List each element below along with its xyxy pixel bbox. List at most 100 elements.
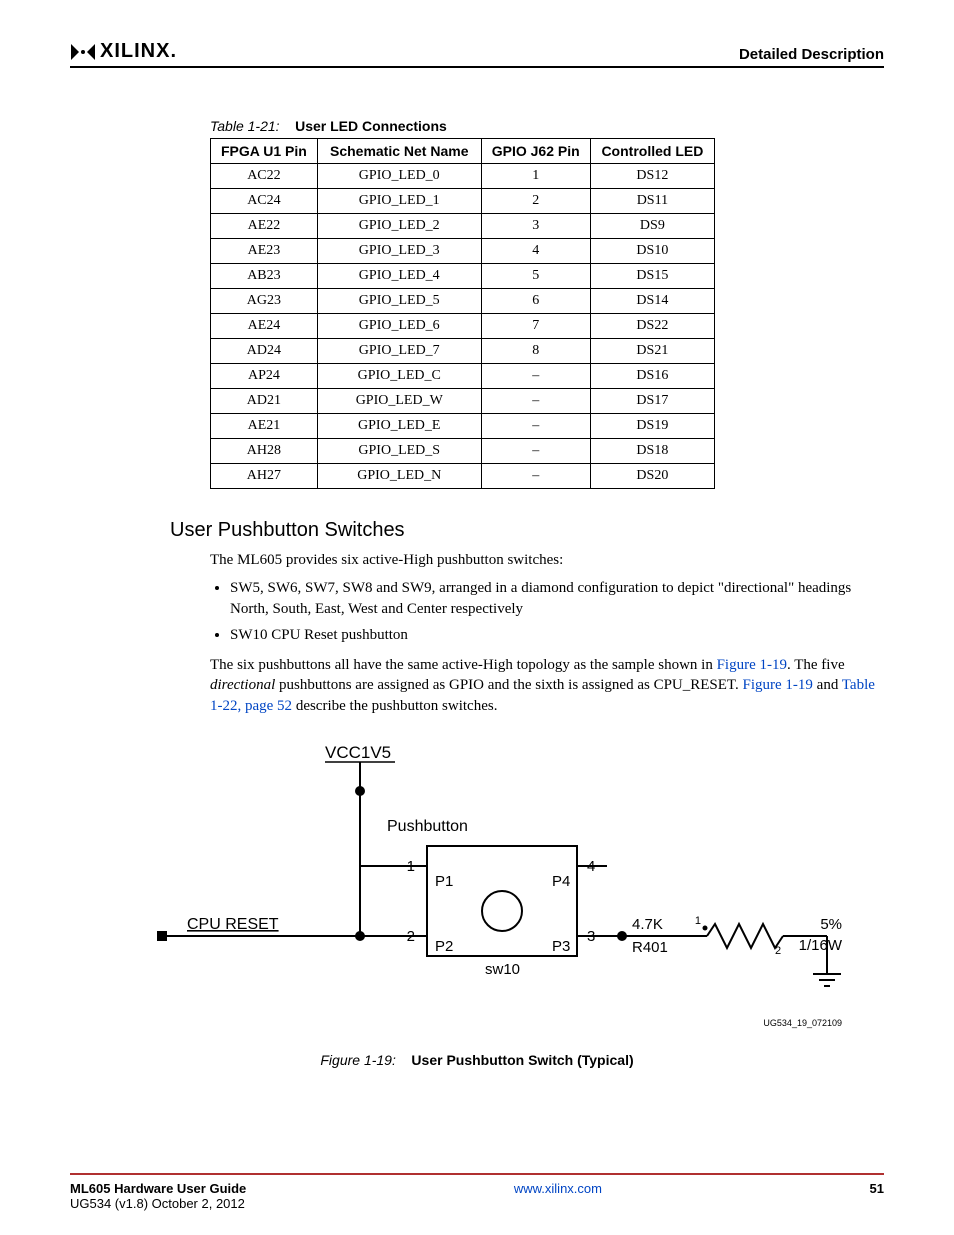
svg-text:P3: P3 xyxy=(552,938,570,955)
table-row: AP24GPIO_LED_C–DS16 xyxy=(211,364,715,389)
table-row: AH28GPIO_LED_S–DS18 xyxy=(211,439,715,464)
footer-doc-sub: UG534 (v1.8) October 2, 2012 xyxy=(70,1196,246,1211)
table-cell: DS22 xyxy=(590,314,714,339)
table-row: AD21GPIO_LED_W–DS17 xyxy=(211,389,715,414)
xilinx-logo-icon xyxy=(70,43,96,61)
svg-text:1: 1 xyxy=(695,915,701,927)
table-cell: – xyxy=(481,414,590,439)
svg-text:1: 1 xyxy=(407,858,415,875)
table-header: FPGA U1 Pin xyxy=(211,139,318,164)
table-cell: GPIO_LED_7 xyxy=(317,339,481,364)
table-cell: AG23 xyxy=(211,289,318,314)
table-cell: AE23 xyxy=(211,239,318,264)
table-cell: GPIO_LED_4 xyxy=(317,264,481,289)
brand-text: XILINX xyxy=(100,40,170,63)
table-cell: DS21 xyxy=(590,339,714,364)
intro-paragraph: The ML605 provides six active-High pushb… xyxy=(210,550,884,570)
description-paragraph: The six pushbuttons all have the same ac… xyxy=(210,655,884,716)
table-cell: AH28 xyxy=(211,439,318,464)
table-cell: DS10 xyxy=(590,239,714,264)
table-cell: DS9 xyxy=(590,214,714,239)
table-header: Schematic Net Name xyxy=(317,139,481,164)
table-caption: Table 1-21: User LED Connections xyxy=(210,118,884,134)
table-cell: AP24 xyxy=(211,364,318,389)
link-figure-1-19[interactable]: Figure 1-19 xyxy=(717,657,787,673)
table-cell: AE22 xyxy=(211,214,318,239)
table-cell: GPIO_LED_1 xyxy=(317,189,481,214)
table-cell: AE21 xyxy=(211,414,318,439)
footer-url[interactable]: www.xilinx.com xyxy=(514,1181,602,1211)
table-row: AC24GPIO_LED_12DS11 xyxy=(211,189,715,214)
fig-r-value: 4.7K xyxy=(632,916,663,933)
brand-logo: XILINX. xyxy=(70,40,177,63)
link-figure-1-19-b[interactable]: Figure 1-19 xyxy=(742,677,812,693)
fig-r-ref: R401 xyxy=(632,939,668,956)
table-cell: GPIO_LED_0 xyxy=(317,164,481,189)
fig-vcc-label: VCC1V5 xyxy=(325,743,391,762)
table-row: AH27GPIO_LED_N–DS20 xyxy=(211,464,715,489)
table-cell: GPIO_LED_C xyxy=(317,364,481,389)
table-cell: AD24 xyxy=(211,339,318,364)
header-section: Detailed Description xyxy=(739,46,884,63)
fig-tolerance: 5% xyxy=(820,916,842,933)
table-cell: DS11 xyxy=(590,189,714,214)
table-cell: – xyxy=(481,389,590,414)
table-cell: GPIO_LED_E xyxy=(317,414,481,439)
table-cell: – xyxy=(481,364,590,389)
table-header: Controlled LED xyxy=(590,139,714,164)
svg-text:P1: P1 xyxy=(435,873,453,890)
footer-doc-title: ML605 Hardware User Guide xyxy=(70,1181,246,1196)
table-cell: DS17 xyxy=(590,389,714,414)
svg-text:2: 2 xyxy=(775,945,781,957)
fig-sw-label: sw10 xyxy=(485,961,520,978)
table-cell: 2 xyxy=(481,189,590,214)
page-header: XILINX. Detailed Description xyxy=(70,40,884,68)
table-row: AG23GPIO_LED_56DS14 xyxy=(211,289,715,314)
fig-pushbutton-label: Pushbutton xyxy=(387,818,468,835)
table-cell: DS14 xyxy=(590,289,714,314)
table-cell: AC22 xyxy=(211,164,318,189)
table-cell: 7 xyxy=(481,314,590,339)
section-heading: User Pushbutton Switches xyxy=(170,519,884,542)
table-cell: 6 xyxy=(481,289,590,314)
svg-text:P2: P2 xyxy=(435,938,453,955)
table-row: AE24GPIO_LED_67DS22 xyxy=(211,314,715,339)
table-cell: DS18 xyxy=(590,439,714,464)
table-cell: DS12 xyxy=(590,164,714,189)
svg-text:P4: P4 xyxy=(552,873,570,890)
table-cell: – xyxy=(481,439,590,464)
table-cell: AD21 xyxy=(211,389,318,414)
table-cell: GPIO_LED_W xyxy=(317,389,481,414)
table-header: GPIO J62 Pin xyxy=(481,139,590,164)
table-cell: AC24 xyxy=(211,189,318,214)
table-cell: DS20 xyxy=(590,464,714,489)
table-cell: GPIO_LED_2 xyxy=(317,214,481,239)
table-caption-title: User LED Connections xyxy=(295,118,447,134)
table-cell: DS19 xyxy=(590,414,714,439)
footer-page-number: 51 xyxy=(870,1181,884,1211)
table-cell: GPIO_LED_3 xyxy=(317,239,481,264)
table-caption-label: Table 1-21: xyxy=(210,118,280,134)
table-cell: 1 xyxy=(481,164,590,189)
table-row: AE22GPIO_LED_23DS9 xyxy=(211,214,715,239)
list-item: SW10 CPU Reset pushbutton xyxy=(230,625,884,645)
fig-code: UG534_19_072109 xyxy=(763,1018,842,1028)
table-cell: 8 xyxy=(481,339,590,364)
table-row: AC22GPIO_LED_01DS12 xyxy=(211,164,715,189)
table-cell: AE24 xyxy=(211,314,318,339)
figure-1-19: VCC1V5 CPU RESET Pushbutton xyxy=(70,736,884,1068)
table-cell: 5 xyxy=(481,264,590,289)
table-row: AE23GPIO_LED_34DS10 xyxy=(211,239,715,264)
table-row: AE21GPIO_LED_E–DS19 xyxy=(211,414,715,439)
list-item: SW5, SW6, SW7, SW8 and SW9, arranged in … xyxy=(230,578,884,619)
table-cell: DS16 xyxy=(590,364,714,389)
table-cell: GPIO_LED_5 xyxy=(317,289,481,314)
table-cell: GPIO_LED_S xyxy=(317,439,481,464)
led-connections-table: FPGA U1 PinSchematic Net NameGPIO J62 Pi… xyxy=(210,138,715,489)
table-row: AB23GPIO_LED_45DS15 xyxy=(211,264,715,289)
table-cell: GPIO_LED_6 xyxy=(317,314,481,339)
table-cell: DS15 xyxy=(590,264,714,289)
table-cell: GPIO_LED_N xyxy=(317,464,481,489)
table-cell: 4 xyxy=(481,239,590,264)
table-cell: – xyxy=(481,464,590,489)
